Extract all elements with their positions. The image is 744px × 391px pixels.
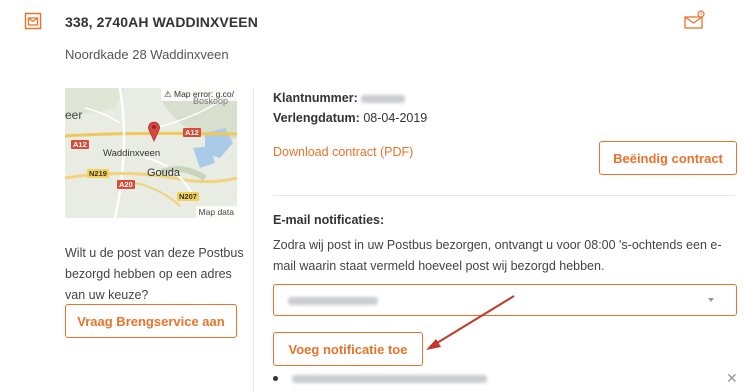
notification-email-redacted [292, 375, 487, 383]
postbus-address: Noordkade 28 Waddinxveen [65, 47, 229, 62]
map-road-a12-right: A12 [183, 128, 201, 137]
verlengdatum-value: 08-04-2019 [363, 111, 428, 125]
map-road-n219: N219 [87, 169, 109, 178]
brengservice-button[interactable]: Vraag Brengservice aan [65, 304, 237, 338]
map-pin-icon[interactable] [147, 120, 161, 142]
klantnummer-row: Klantnummer: [273, 91, 406, 105]
map-label-eer: eer [65, 108, 83, 122]
add-notification-button[interactable]: Voeg notificatie toe [273, 332, 423, 366]
postbus-card: 338, 2740AH WADDINXVEEN Noordkade 28 Wad… [0, 0, 744, 391]
mailbox-icon [24, 12, 42, 30]
email-notifications-description: Zodra wij post in uw Postbus bezorgen, o… [273, 238, 722, 273]
envelope-notification-icon[interactable] [684, 10, 706, 30]
postbus-title: 338, 2740AH WADDINXVEEN [65, 14, 258, 30]
brengservice-description: Wilt u de post van deze Postbus bezorgd … [65, 246, 244, 302]
selected-email-redacted [288, 297, 378, 305]
map-label-gouda: Gouda [147, 167, 181, 179]
beeindig-contract-button[interactable]: Beëindig contract [599, 141, 737, 175]
download-contract-link[interactable]: Download contract (PDF) [273, 145, 413, 159]
section-divider [273, 195, 735, 196]
list-bullet [273, 376, 278, 381]
map-road-a12-left: A12 [71, 140, 89, 149]
chevron-down-icon [708, 298, 714, 302]
map-label-waddinxveen: Waddinxveen [103, 148, 161, 159]
map-road-a20: A20 [117, 180, 135, 189]
location-map[interactable]: ⚠ Map error: g.co/ Boskoop eer A12 A12 W… [65, 88, 237, 218]
remove-notification-close-icon[interactable]: ✕ [726, 370, 738, 387]
map-label-boskoop: Boskoop [193, 96, 229, 106]
email-notifications-title: E-mail notificaties: [273, 213, 385, 227]
notification-email-select[interactable] [273, 284, 737, 316]
verlengdatum-label: Verlengdatum: [273, 111, 360, 125]
klantnummer-value-redacted [361, 94, 406, 103]
column-divider [253, 88, 254, 391]
klantnummer-label: Klantnummer: [273, 91, 358, 105]
map-data-attribution: Map data [195, 206, 237, 218]
map-road-n207: N207 [177, 192, 199, 201]
verlengdatum-row: Verlengdatum: 08-04-2019 [273, 111, 427, 125]
